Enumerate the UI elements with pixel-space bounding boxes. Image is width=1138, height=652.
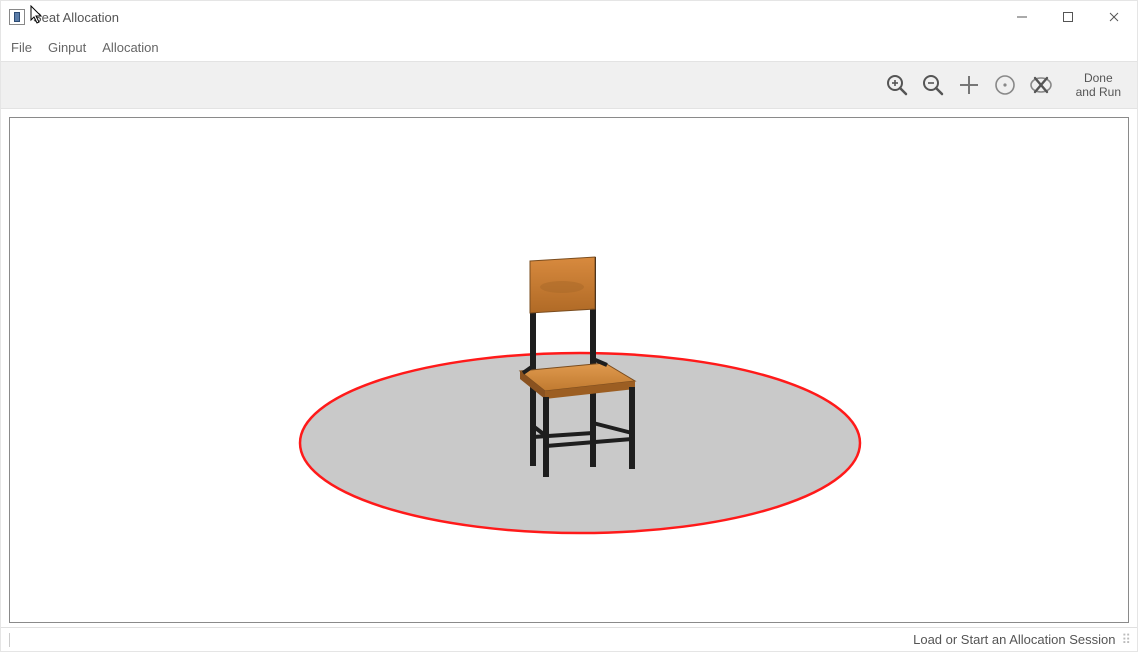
done-and-run-button[interactable]: Done and Run bbox=[1070, 69, 1127, 102]
minimize-button[interactable] bbox=[999, 1, 1045, 33]
center-dot-icon bbox=[993, 73, 1017, 97]
canvas-wrap bbox=[1, 109, 1137, 627]
zoom-out-button[interactable] bbox=[918, 70, 948, 100]
titlebar: Seat Allocation bbox=[1, 1, 1137, 33]
maximize-button[interactable] bbox=[1045, 1, 1091, 33]
status-text: Load or Start an Allocation Session bbox=[18, 632, 1115, 647]
canvas[interactable] bbox=[9, 117, 1129, 623]
add-button[interactable] bbox=[954, 70, 984, 100]
menubar: File Ginput Allocation bbox=[1, 33, 1137, 61]
window-controls bbox=[999, 1, 1137, 33]
menu-ginput[interactable]: Ginput bbox=[42, 36, 96, 59]
delete-button[interactable] bbox=[1026, 70, 1056, 100]
scene-illustration bbox=[10, 118, 1128, 622]
done-line1: Done bbox=[1076, 71, 1121, 85]
delete-x-icon bbox=[1029, 73, 1053, 97]
zoom-out-icon bbox=[921, 73, 945, 97]
window-title: Seat Allocation bbox=[33, 10, 119, 25]
zoom-in-button[interactable] bbox=[882, 70, 912, 100]
plus-icon bbox=[957, 73, 981, 97]
menu-allocation[interactable]: Allocation bbox=[96, 36, 168, 59]
done-line2: and Run bbox=[1076, 85, 1121, 99]
menu-file[interactable]: File bbox=[5, 36, 42, 59]
statusbar: Load or Start an Allocation Session ⠿ bbox=[1, 627, 1137, 651]
resize-grip-icon[interactable]: ⠿ bbox=[1121, 632, 1129, 648]
close-button[interactable] bbox=[1091, 1, 1137, 33]
center-button[interactable] bbox=[990, 70, 1020, 100]
toolbar: Done and Run bbox=[1, 61, 1137, 109]
zoom-in-icon bbox=[885, 73, 909, 97]
status-separator bbox=[9, 633, 10, 647]
app-icon bbox=[9, 9, 25, 25]
